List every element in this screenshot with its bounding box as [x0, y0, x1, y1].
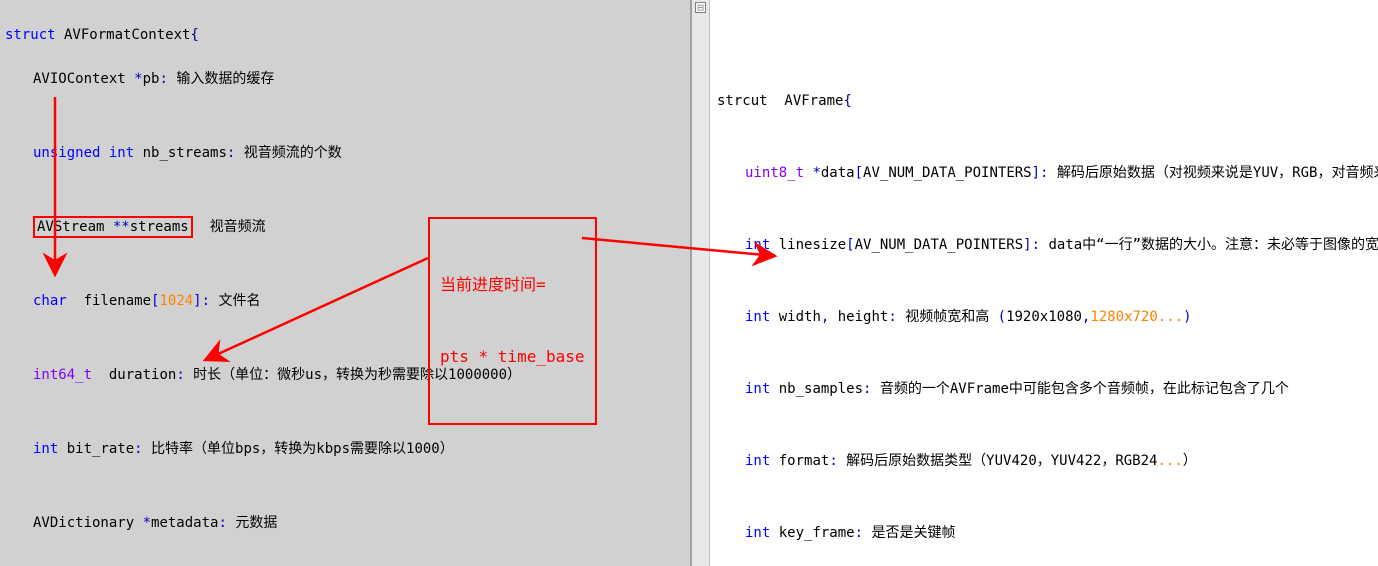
callout-line2: pts * time_base — [440, 345, 585, 369]
line-key-frame: int key_frame: 是否是关键帧 — [717, 522, 1373, 544]
ellipsis: ...... — [5, 556, 685, 566]
line-nb-samples: int nb_samples: 音频的一个AVFrame中可能包含多个音频帧，在… — [717, 378, 1373, 400]
editor-gutter: ⊟ — [692, 0, 710, 566]
line-format: int format: 解码后原始数据类型（YUV420，YUV422，RGB2… — [717, 450, 1373, 472]
highlight-avstream-streams: AVStream **streams — [33, 216, 193, 238]
struct-decl-avframe: strcut AVFrame{ — [717, 90, 1373, 112]
line-metadata: AVDictionary *metadata: 元数据 — [5, 512, 685, 534]
right-code-pane: ⊟ strcut AVFrame{ uint8_t *data[AV_NUM_D… — [692, 0, 1378, 566]
line-bitrate: int bit_rate: 比特率（单位bps，转换为kbps需要除以1000） — [5, 438, 685, 460]
line-data-array: uint8_t *data[AV_NUM_DATA_POINTERS]: 解码后… — [717, 162, 1373, 184]
callout-line1: 当前进度时间= — [440, 273, 585, 297]
fold-icon[interactable]: ⊟ — [695, 2, 706, 13]
line-linesize: int linesize[AV_NUM_DATA_POINTERS]: data… — [717, 234, 1373, 256]
struct-decl-1: struct AVFormatContext{ — [5, 24, 685, 46]
left-code-pane: struct AVFormatContext{ AVIOContext *pb:… — [0, 0, 692, 566]
line-width-height: int width, height: 视频帧宽和高 (1920x1080,128… — [717, 306, 1373, 328]
annotation-callout: 当前进度时间= pts * time_base — [428, 217, 597, 425]
line-AVIOContext-pb: AVIOContext *pb: 输入数据的缓存 — [5, 68, 685, 90]
line-nb-streams: unsigned int nb_streams: 视音频流的个数 — [5, 142, 685, 164]
